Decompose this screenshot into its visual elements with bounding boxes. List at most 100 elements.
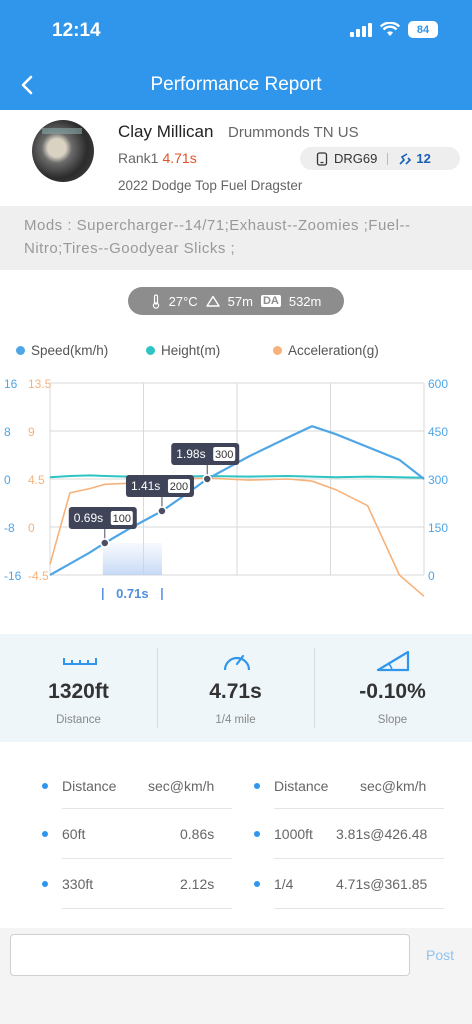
y-tick-label: 300: [428, 473, 448, 487]
status-icons: 84: [350, 21, 438, 38]
split-distance: 1000ft: [274, 826, 313, 842]
mods-text: Mods : Supercharger--14/71;Exhaust--Zoom…: [0, 206, 472, 270]
status-bar: 12:14 84: [0, 0, 472, 60]
bullet-dot: [42, 881, 48, 887]
rank-time: 4.71s: [162, 150, 197, 166]
stat-distance: 1320ft Distance: [0, 634, 157, 742]
stat-slope: -0.10% Slope: [314, 634, 471, 742]
conditions-badge: 27°C 57m DA 532m: [128, 287, 344, 315]
y-tick-label: 0: [428, 569, 435, 583]
comment-input[interactable]: [10, 934, 410, 976]
driver-location: Drummonds TN US: [228, 124, 359, 141]
y-tick-label: -8: [4, 521, 15, 535]
y-tick-label: 16: [4, 377, 18, 391]
bullet-dot: [254, 783, 260, 789]
legend-speed-dot: [16, 346, 25, 355]
driver-name: Clay Millican: [118, 122, 214, 141]
comment-bar: Post: [0, 928, 472, 1024]
ruler-icon: [63, 658, 97, 665]
stat-time: 4.71s 1/4 mile: [157, 634, 314, 742]
avatar[interactable]: [32, 120, 94, 182]
performance-chart[interactable]: 16 8 0 -8 -16 13.5 9 4.5 0 -4.5 600 450 300 150 0 0.71s…: [0, 372, 472, 608]
altitude: 57m: [227, 293, 253, 309]
splits-header: Distance sec@km/h Distance sec@km/h: [0, 766, 472, 806]
split-distance: 1/4: [274, 876, 294, 892]
y-tick-label: 0: [28, 521, 35, 535]
split-time: 0.86s: [180, 826, 215, 842]
stats-panel: 1320ft Distance 4.71s 1/4 mile -0.10% Sl…: [0, 634, 472, 742]
highlight-label: 0.71s: [116, 586, 149, 601]
split-distance: 330ft: [62, 876, 94, 892]
annotation-time: 1.98s: [176, 447, 205, 461]
y-tick-label: 9: [28, 425, 35, 439]
annotation-speed: 100: [113, 513, 131, 525]
thermometer-icon: [152, 293, 159, 309]
driver-profile: Clay Millican Drummonds TN US Rank1 4.71s…: [0, 110, 472, 206]
signal-icon: [350, 22, 372, 37]
stat-value-distance: 1320ft: [48, 680, 109, 703]
slope-icon: [376, 650, 410, 672]
stat-label-distance: Distance: [56, 714, 101, 726]
legend-height-dot: [146, 346, 155, 355]
rank-info: Rank1 4.71s: [118, 150, 197, 166]
legend-speed-label: Speed(km/h): [31, 343, 109, 358]
y-tick-label: 4.5: [28, 473, 45, 487]
table-row: 330ft 2.12s 1/4 4.71s@361.85: [0, 864, 472, 904]
y-tick-label: 450: [428, 425, 448, 439]
bullet-dot: [254, 881, 260, 887]
temperature: 27°C: [168, 293, 198, 309]
bullet-dot: [254, 831, 260, 837]
divider: [62, 858, 232, 859]
battery-icon: 84: [408, 21, 438, 38]
legend-accel[interactable]: Acceleration(g): [273, 343, 379, 358]
post-button[interactable]: Post: [426, 947, 454, 963]
y-tick-label: 0: [4, 473, 11, 487]
car-model: 2022 Dodge Top Fuel Dragster: [118, 178, 303, 193]
stat-value-slope: -0.10%: [359, 680, 426, 703]
table-row: 60ft 0.86s 1000ft 3.81s@426.48: [0, 814, 472, 854]
legend-height-label: Height(m): [161, 343, 221, 358]
divider: [62, 908, 232, 909]
page-title: Performance Report: [150, 74, 322, 95]
header-distance: Distance: [62, 778, 117, 794]
stat-value-time: 4.71s: [209, 680, 262, 703]
stat-label-time: 1/4 mile: [215, 714, 256, 726]
split-time: 4.71s@361.85: [336, 876, 428, 892]
y-tick-label: -4.5: [28, 569, 49, 583]
annotation-speed: 300: [215, 449, 233, 461]
bullet-dot: [42, 831, 48, 837]
stat-label-slope: Slope: [377, 714, 408, 726]
rank-label: Rank1: [118, 150, 159, 166]
chart-legend: Speed(km/h) Height(m) Acceleration(g): [0, 340, 472, 362]
splits-table: Distance sec@km/h Distance sec@km/h 60ft…: [0, 762, 472, 932]
status-time: 12:14: [52, 20, 101, 41]
route-icon: [399, 152, 412, 165]
header-sec-kmh: sec@km/h: [148, 778, 215, 794]
legend-accel-dot: [273, 346, 282, 355]
annotation-point: [157, 506, 167, 516]
divider: [62, 808, 232, 809]
split-distance: 60ft: [62, 826, 86, 842]
density-altitude: 532m: [288, 293, 322, 309]
split-time: 3.81s@426.48: [336, 826, 428, 842]
annotation-speed: 200: [170, 481, 188, 493]
car-id: DRG69: [334, 151, 378, 166]
header-sec-kmh: sec@km/h: [360, 778, 427, 794]
phone-icon: [316, 151, 328, 166]
car-count: 12: [416, 151, 431, 166]
divider: [274, 858, 444, 859]
header-distance: Distance: [274, 778, 329, 794]
divider: [274, 908, 444, 909]
split-time: 2.12s: [180, 876, 215, 892]
mountain-icon: [205, 295, 220, 307]
legend-speed[interactable]: Speed(km/h): [16, 343, 108, 358]
car-badge[interactable]: DRG69 12: [300, 147, 460, 170]
wifi-icon: [380, 22, 400, 36]
y-tick-label: -16: [4, 569, 22, 583]
y-tick-label: 13.5: [28, 377, 52, 391]
nav-bar: Performance Report: [0, 60, 472, 110]
da-label: DA: [260, 295, 281, 307]
y-tick-label: 8: [4, 425, 11, 439]
y-tick-label: 600: [428, 377, 448, 391]
legend-height[interactable]: Height(m): [146, 343, 220, 358]
